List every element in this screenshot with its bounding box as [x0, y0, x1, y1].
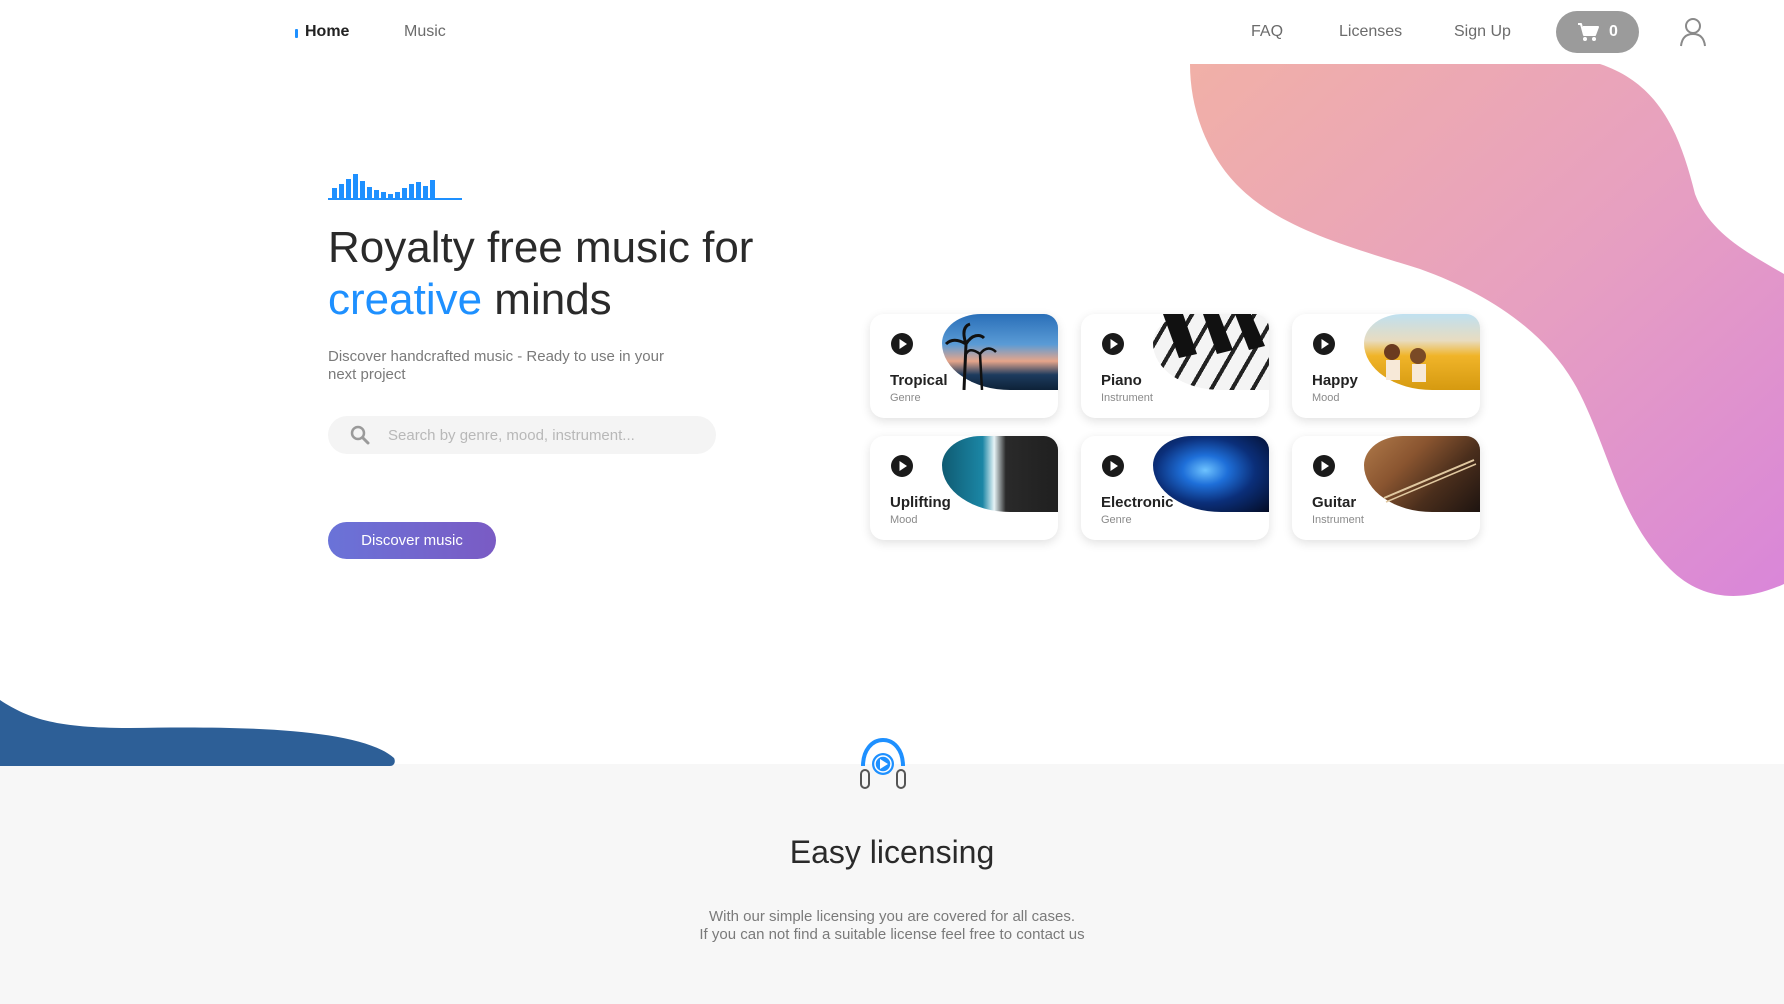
licensing-text-line2: If you can not find a suitable license f…	[699, 926, 1085, 943]
piano-thumbnail	[1153, 314, 1269, 390]
category-card-happy[interactable]: Happy Mood	[1292, 314, 1480, 418]
licensing-text-line1: With our simple licensing you are covere…	[709, 908, 1075, 925]
headphones-icon	[860, 737, 906, 789]
top-navigation: Home Music FAQ Licenses Sign Up 0	[0, 0, 1784, 66]
hero-subtitle-line1: Discover handcrafted music - Ready to us…	[328, 348, 664, 365]
hero-subtitle: Discover handcrafted music - Ready to us…	[328, 348, 688, 384]
card-title: Guitar	[1312, 494, 1357, 511]
play-icon[interactable]	[890, 332, 914, 356]
nav-music[interactable]: Music	[404, 23, 446, 41]
decorative-pink-blob	[1190, 64, 1784, 596]
nav-sign-up[interactable]: Sign Up	[1454, 23, 1511, 41]
card-type: Genre	[890, 392, 921, 404]
play-icon[interactable]	[1101, 454, 1125, 478]
hero-title-rest: minds	[482, 275, 612, 324]
licensing-title: Easy licensing	[789, 834, 995, 870]
uplifting-thumbnail	[942, 436, 1058, 512]
equalizer-logo	[328, 174, 462, 200]
category-card-uplifting[interactable]: Uplifting Mood	[870, 436, 1058, 540]
cart-icon	[1578, 23, 1600, 41]
guitar-thumbnail	[1364, 436, 1480, 512]
category-card-piano[interactable]: Piano Instrument	[1081, 314, 1269, 418]
search-bar[interactable]	[328, 416, 716, 454]
search-input[interactable]	[386, 425, 690, 445]
card-title: Uplifting	[890, 494, 951, 511]
card-type: Instrument	[1101, 392, 1153, 404]
licensing-description: With our simple licensing you are covere…	[0, 908, 1784, 944]
cart-count: 0	[1609, 23, 1618, 40]
card-title: Electronic	[1101, 494, 1174, 511]
decorative-blue-wave	[0, 700, 395, 766]
play-icon[interactable]	[1312, 332, 1336, 356]
hero-title: Royalty free music for creative minds	[328, 222, 753, 326]
nav-home[interactable]: Home	[305, 23, 349, 41]
nav-licenses[interactable]: Licenses	[1339, 23, 1402, 41]
search-icon	[350, 425, 370, 445]
user-icon[interactable]	[1680, 17, 1706, 47]
happy-thumbnail	[1364, 314, 1480, 390]
hero-title-accent: creative	[328, 275, 483, 324]
hero-title-line1: Royalty free music for	[328, 223, 754, 272]
card-type: Genre	[1101, 514, 1132, 526]
cart-button[interactable]: 0	[1556, 11, 1639, 53]
card-title: Happy	[1312, 372, 1358, 389]
category-card-guitar[interactable]: Guitar Instrument	[1292, 436, 1480, 540]
nav-faq[interactable]: FAQ	[1251, 23, 1283, 41]
category-card-tropical[interactable]: Tropical Genre	[870, 314, 1058, 418]
card-title: Piano	[1101, 372, 1142, 389]
card-type: Mood	[890, 514, 918, 526]
active-nav-indicator	[295, 29, 298, 38]
card-type: Mood	[1312, 392, 1340, 404]
card-type: Instrument	[1312, 514, 1364, 526]
licensing-section	[0, 764, 1784, 1004]
play-icon[interactable]	[1101, 332, 1125, 356]
tropical-thumbnail	[942, 314, 1058, 391]
card-title: Tropical	[890, 372, 948, 389]
category-card-electronic[interactable]: Electronic Genre	[1081, 436, 1269, 540]
hero-subtitle-line2: next project	[328, 366, 406, 383]
play-icon[interactable]	[1312, 454, 1336, 478]
discover-music-button[interactable]: Discover music	[328, 522, 496, 559]
play-icon[interactable]	[890, 454, 914, 478]
